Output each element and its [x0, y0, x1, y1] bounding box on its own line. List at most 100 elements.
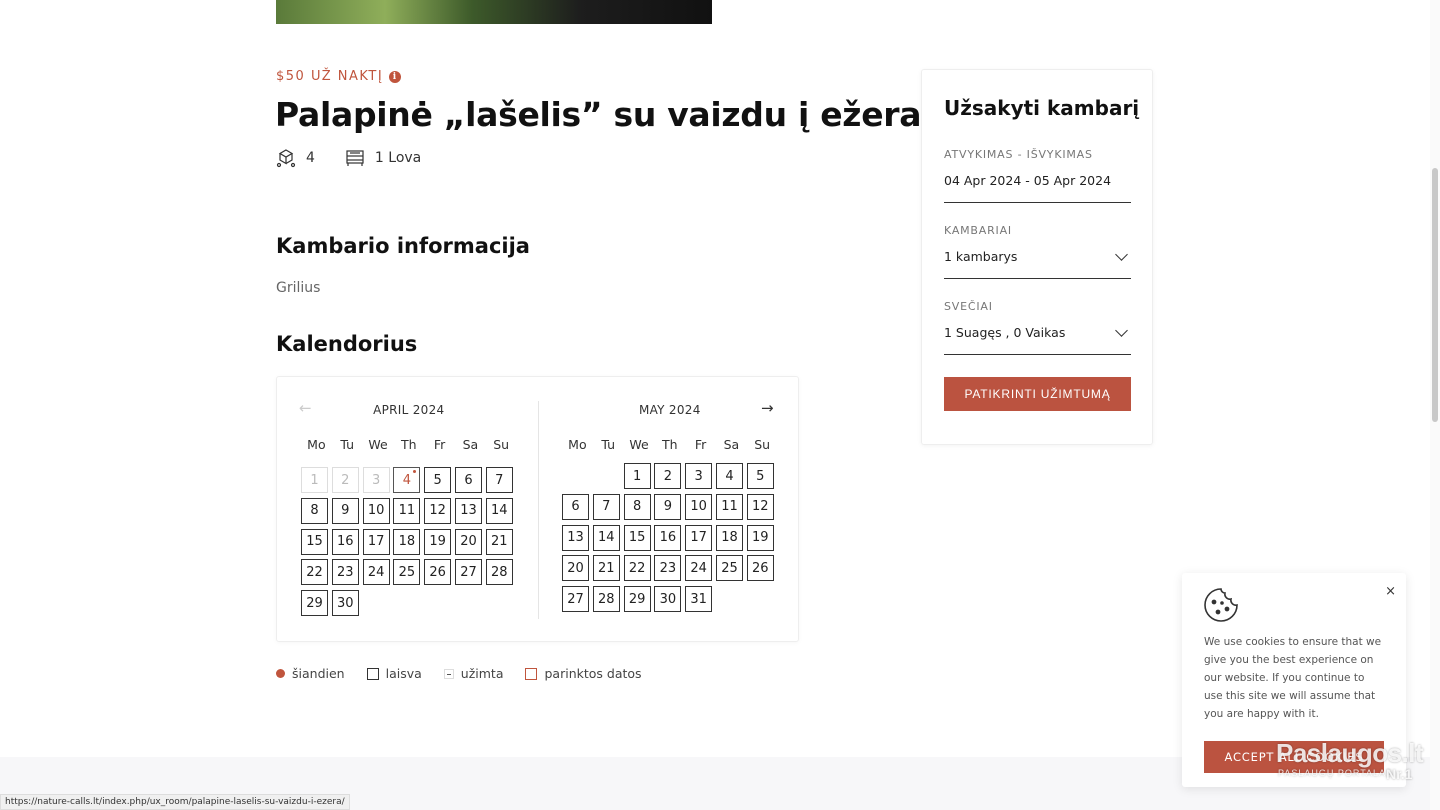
calendar-day[interactable]: 23	[654, 555, 682, 582]
guests-icon	[276, 149, 296, 168]
weekday-label: We	[629, 437, 649, 452]
calendar-day[interactable]: 20	[562, 555, 589, 582]
watermark-logo: Paslaugos.lt PASLAUGŲ PORTALAS Nr.1	[1276, 738, 1424, 782]
selected-square-icon	[525, 667, 538, 680]
booking-widget: Užsakyti kambarį ATVYKIMAS - IŠVYKIMAS 0…	[921, 69, 1153, 445]
scrollbar-thumb[interactable]	[1432, 168, 1438, 422]
calendar-day[interactable]: 25	[393, 559, 421, 586]
calendar-day[interactable]: 10	[362, 497, 390, 524]
calendar-day[interactable]: 4	[393, 467, 421, 493]
calendar-day[interactable]: 12	[746, 493, 774, 520]
calendar-day[interactable]: 21	[592, 555, 620, 582]
capacity-info: 4	[276, 148, 315, 168]
legend-selected: parinktos datos	[525, 666, 642, 681]
calendar-day[interactable]: 13	[455, 497, 482, 524]
calendar-day[interactable]: 23	[331, 559, 359, 586]
calendar-day[interactable]: 15	[623, 524, 651, 551]
info-icon[interactable]: i	[389, 70, 402, 83]
calendar-day[interactable]: 30	[654, 586, 682, 613]
price-label: $50 UŽ NAKTĮ i	[276, 69, 402, 84]
calendar-day[interactable]: 25	[716, 555, 743, 582]
calendar-day[interactable]: 7	[592, 493, 620, 520]
chevron-down-icon	[1115, 323, 1128, 337]
beds-info: 1 Lova	[345, 148, 421, 168]
calendar-day[interactable]: 16	[654, 524, 682, 551]
calendar-day[interactable]: 8	[301, 497, 328, 524]
rooms-value: 1 kambarys	[944, 249, 1018, 264]
close-icon[interactable]: ×	[1385, 584, 1396, 599]
calendar-day[interactable]: 14	[592, 524, 620, 551]
calendar-day[interactable]: 24	[362, 559, 390, 586]
calendar-day[interactable]: 21	[485, 528, 513, 555]
calendar-day[interactable]: 11	[393, 497, 421, 524]
legend-free: laisva	[366, 666, 422, 681]
calendar-day[interactable]: 29	[301, 590, 328, 617]
calendar-day[interactable]: 26	[424, 559, 452, 586]
calendar-day[interactable]: 20	[455, 528, 482, 555]
calendar-day[interactable]: 14	[485, 497, 513, 524]
calendar-day[interactable]: 15	[301, 528, 328, 555]
calendar-day[interactable]: 27	[455, 559, 482, 586]
calendar-day[interactable]: 18	[716, 524, 743, 551]
calendar-day[interactable]: 28	[485, 559, 513, 586]
calendar-day[interactable]: 5	[424, 467, 452, 493]
calendar-day[interactable]: 12	[424, 497, 452, 524]
calendar-day[interactable]: 24	[685, 555, 713, 582]
calendar-day[interactable]: 7	[485, 467, 513, 493]
calendar-day[interactable]: 3	[685, 463, 713, 489]
calendar-heading: Kalendorius	[276, 332, 418, 356]
calendar-day[interactable]: 16	[331, 528, 359, 555]
weekday-label: Tu	[340, 437, 355, 452]
calendar-day[interactable]: 11	[716, 493, 743, 520]
scrollbar[interactable]	[1430, 0, 1440, 810]
availability-calendar: ← → APRIL 2024 Mo Tu We Th Fr Sa Su 1 2 3 4 5 6 7 8 9 10 1…	[276, 376, 799, 642]
legend-booked: užimta	[443, 666, 503, 681]
calendar-day[interactable]: 17	[685, 524, 713, 551]
booked-square-icon	[443, 668, 454, 679]
room-info-text: Grilius	[276, 280, 321, 296]
calendar-day[interactable]: 9	[654, 493, 682, 520]
weekday-label: Su	[754, 437, 771, 452]
calendar-day[interactable]: 10	[685, 493, 713, 520]
guests-select[interactable]: SVEČIAI 1 Suagęs , 0 Vaikas	[944, 300, 1131, 355]
calendar-day[interactable]: 13	[562, 524, 589, 551]
calendar-day[interactable]: 6	[562, 493, 589, 520]
calendar-day[interactable]: 1	[623, 463, 651, 489]
weekday-header: Mo Tu We Th Fr Sa Su	[301, 437, 517, 452]
today-dot-icon	[276, 669, 285, 678]
calendar-day[interactable]: 5	[746, 463, 774, 489]
calendar-day[interactable]: 22	[301, 559, 328, 586]
calendar-day[interactable]: 31	[685, 586, 713, 613]
calendar-day[interactable]: 6	[455, 467, 482, 493]
calendar-day[interactable]: 19	[424, 528, 452, 555]
weekday-label: Th	[401, 437, 417, 452]
page-title: Palapinė „lašelis” su vaizdu į ežera	[275, 95, 922, 134]
calendar-day[interactable]: 27	[562, 586, 589, 613]
calendar-day[interactable]: 29	[623, 586, 651, 613]
calendar-day: 3	[362, 467, 390, 493]
calendar-day[interactable]: 22	[623, 555, 651, 582]
calendar-day[interactable]: 26	[746, 555, 774, 582]
calendar-day[interactable]: 18	[393, 528, 421, 555]
calendar-day: 1	[301, 467, 328, 493]
weekday-label: Sa	[462, 437, 479, 452]
calendar-day[interactable]: 17	[362, 528, 390, 555]
dates-field[interactable]: ATVYKIMAS - IŠVYKIMAS 04 Apr 2024 - 05 A…	[944, 148, 1131, 203]
free-square-icon	[366, 667, 379, 680]
guests-value: 1 Suagęs , 0 Vaikas	[944, 325, 1066, 340]
calendar-legend: šiandien laisva užimta parinktos datos	[276, 666, 664, 681]
calendar-day[interactable]: 9	[331, 497, 359, 524]
room-meta: 4 1 Lova	[276, 148, 451, 168]
dates-value: 04 Apr 2024 - 05 Apr 2024	[944, 173, 1112, 188]
check-availability-button[interactable]: PATIKRINTI UŽIMTUMĄ	[944, 377, 1131, 411]
month-title: MAY 2024	[638, 403, 701, 417]
calendar-day[interactable]: 2	[654, 463, 682, 489]
calendar-day[interactable]: 28	[592, 586, 620, 613]
calendar-day[interactable]: 8	[623, 493, 651, 520]
weekday-label: Th	[662, 437, 678, 452]
rooms-select[interactable]: KAMBARIAI 1 kambarys	[944, 224, 1131, 279]
calendar-day[interactable]: 30	[331, 590, 359, 617]
calendar-day[interactable]: 4	[716, 463, 743, 489]
calendar-day[interactable]: 19	[746, 524, 774, 551]
weekday-label: Su	[493, 437, 510, 452]
